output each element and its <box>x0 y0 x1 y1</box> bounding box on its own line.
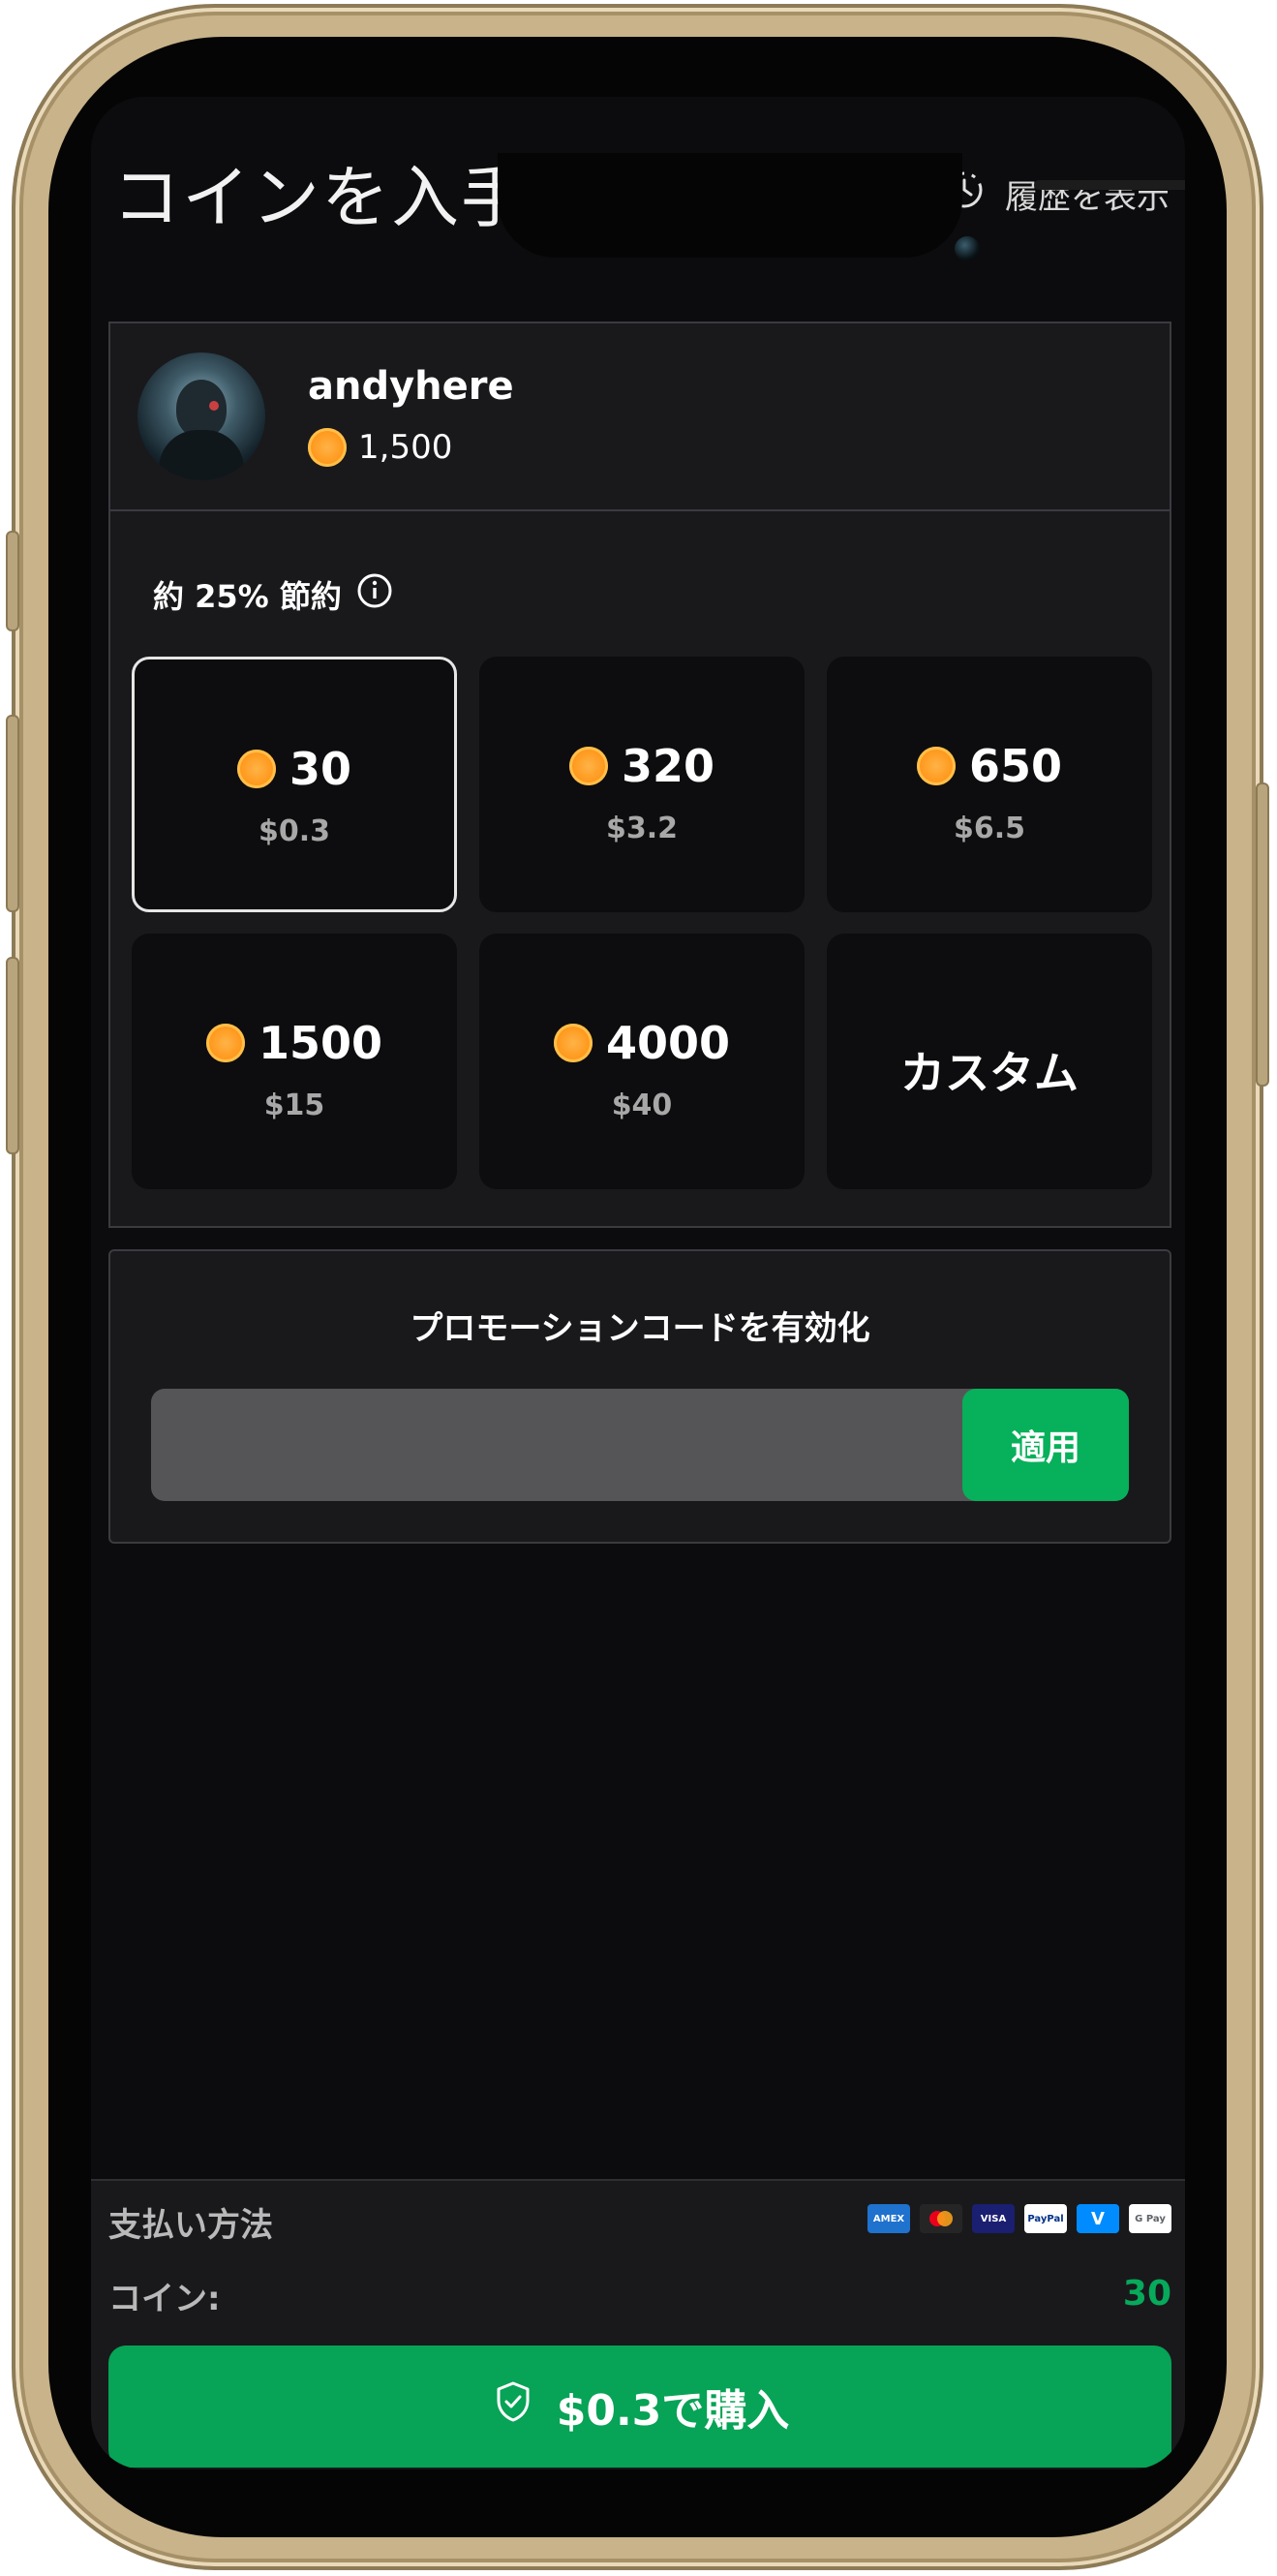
buy-label: $0.3で購入 <box>556 2386 790 2436</box>
venmo-icon: V <box>1077 2204 1119 2233</box>
coin-balance: 1,500 <box>308 428 452 467</box>
coin-pack-4000[interactable]: 4000 $40 <box>479 934 805 1189</box>
coins-value: 30 <box>1122 2274 1171 2314</box>
coin-icon <box>553 1024 593 1062</box>
coin-packs-card: 約 25% 節約 30 $0.3 320 $3.2 650 $6.5 1500 … <box>108 511 1171 1228</box>
mastercard-icon <box>920 2204 962 2233</box>
coin-pack-320[interactable]: 320 $3.2 <box>479 657 805 912</box>
phone-notch <box>498 153 1185 261</box>
pack-price: $15 <box>263 1089 325 1122</box>
history-link[interactable]: 履歴を表示 <box>943 169 1170 220</box>
page-title: コインを入手 <box>112 158 531 237</box>
volume-down-button <box>6 957 19 1154</box>
history-label: 履歴を表示 <box>1005 178 1170 217</box>
shield-check-icon <box>491 2379 535 2435</box>
volume-up-button <box>6 715 19 912</box>
pack-price: $3.2 <box>605 812 679 845</box>
app-screen: コインを入手 履歴を表示 andyhere 1,500 約 25% 節約 30 … <box>91 97 1185 2469</box>
username: andyhere <box>308 364 514 409</box>
coin-icon <box>308 428 347 467</box>
visa-icon: VISA <box>972 2204 1015 2233</box>
info-icon[interactable] <box>355 571 394 618</box>
amex-icon: AMEX <box>867 2204 910 2233</box>
paypal-icon: PayPal <box>1024 2204 1067 2233</box>
pack-price: $6.5 <box>953 812 1026 845</box>
payment-logos: AMEX VISA PayPal V G Pay <box>867 2204 1171 2233</box>
coin-icon <box>568 747 608 785</box>
coin-pack-650[interactable]: 650 $6.5 <box>827 657 1152 912</box>
savings-label: 約 25% 節約 <box>153 578 342 615</box>
pack-coins: 1500 <box>258 1017 383 1069</box>
coin-pack-custom[interactable]: カスタム <box>827 934 1152 1189</box>
power-button <box>1256 782 1269 1087</box>
promo-card: プロモーションコードを有効化 適用 <box>108 1249 1171 1544</box>
pack-coins: 4000 <box>605 1017 731 1069</box>
savings-note: 約 25% 節約 <box>153 571 394 618</box>
promo-title: プロモーションコードを有効化 <box>410 1309 870 1348</box>
user-card: andyhere 1,500 <box>108 322 1171 511</box>
front-camera <box>955 236 980 261</box>
coin-pack-30[interactable]: 30 $0.3 <box>132 657 457 912</box>
coin-pack-1500[interactable]: 1500 $15 <box>132 934 457 1189</box>
apply-button[interactable]: 適用 <box>962 1389 1129 1501</box>
pack-coins: 30 <box>289 743 351 795</box>
coin-icon <box>205 1024 245 1062</box>
buy-button[interactable]: $0.3で購入 <box>108 2346 1171 2468</box>
speaker-grille <box>1034 180 1185 190</box>
pack-price: $0.3 <box>258 814 331 848</box>
custom-label: カスタム <box>900 1047 1079 1099</box>
pack-coins: 650 <box>968 740 1063 792</box>
coins-label: コイン: <box>108 2280 221 2318</box>
payment-method-label: 支払い方法 <box>108 2206 273 2245</box>
google-pay-icon: G Pay <box>1129 2204 1171 2233</box>
balance-value: 1,500 <box>358 428 453 467</box>
coin-icon <box>236 750 276 788</box>
avatar <box>137 353 265 480</box>
pack-price: $40 <box>611 1089 673 1122</box>
payment-footer: 支払い方法 AMEX VISA PayPal V G Pay コイン: 30 $… <box>91 2179 1185 2469</box>
coin-icon <box>916 747 956 785</box>
mute-switch <box>6 531 19 631</box>
pack-coins: 320 <box>621 740 715 792</box>
